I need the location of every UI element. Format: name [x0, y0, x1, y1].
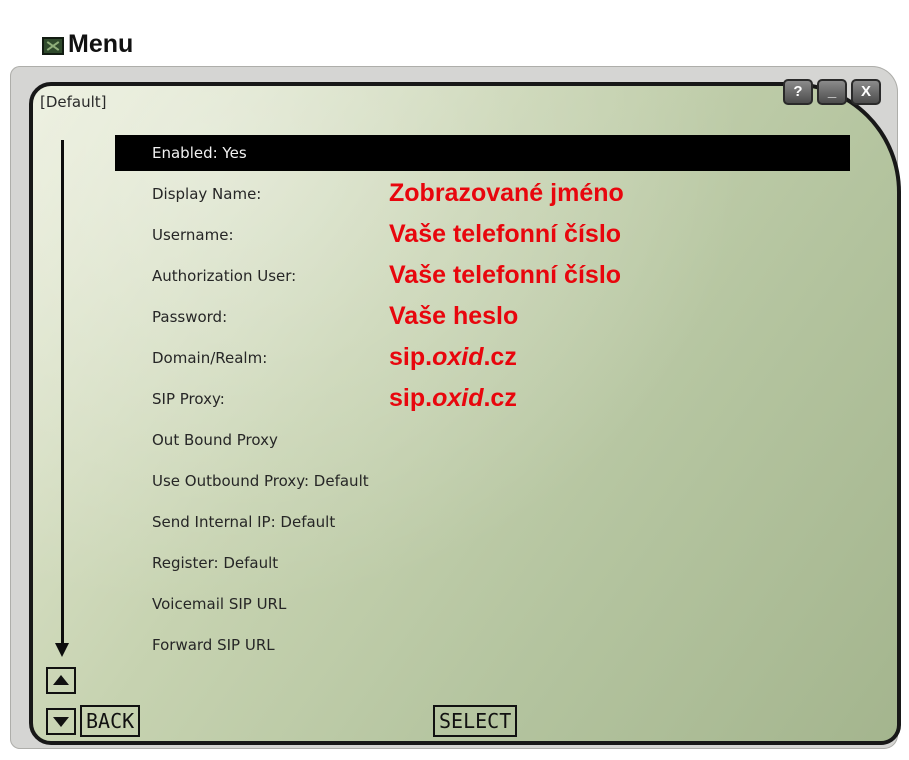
menu-item[interactable]: Voicemail SIP URL: [115, 586, 850, 622]
menu-item[interactable]: Forward SIP URL: [115, 627, 850, 663]
annotation-label: Vaše telefonní číslo: [389, 220, 622, 248]
annotation-label: sip.oxid.cz: [389, 384, 517, 413]
select-button[interactable]: SELECT: [433, 705, 518, 737]
scroll-down-button[interactable]: [46, 708, 76, 735]
close-button[interactable]: X: [851, 79, 881, 105]
annotation-label: sip.oxid.cz: [389, 343, 517, 372]
menu-item[interactable]: Enabled: Yes: [115, 135, 850, 171]
annotation-emphasis: oxid: [432, 384, 484, 412]
back-button[interactable]: BACK: [80, 705, 141, 737]
help-button[interactable]: ?: [783, 79, 813, 105]
annotation-suffix: .cz: [483, 384, 517, 412]
menu-item[interactable]: Send Internal IP: Default: [115, 504, 850, 540]
profile-label: [Default]: [40, 93, 107, 111]
window-title: Menu: [68, 30, 134, 58]
annotation-label: Zobrazované jméno: [389, 179, 624, 207]
annotation-emphasis: oxid: [432, 343, 484, 371]
annotation-label: Vaše heslo: [389, 302, 519, 330]
menu-item[interactable]: Register: Default: [115, 545, 850, 581]
annotation-prefix: sip.: [389, 384, 433, 412]
triangle-down-icon: [53, 717, 69, 727]
menu-item[interactable]: Use Outbound Proxy: Default: [115, 463, 850, 499]
triangle-up-icon: [53, 675, 69, 685]
annotation-suffix: .cz: [483, 343, 517, 371]
annotation-label: Vaše telefonní číslo: [389, 261, 622, 289]
arrow-head: [55, 643, 69, 657]
menu-item[interactable]: Out Bound Proxy: [115, 422, 850, 458]
title-bar: Menu: [10, 0, 890, 70]
phone-menu-window: Menu ? _ X [Default] Enabled: Yes Display…: [0, 0, 909, 760]
scroll-up-button[interactable]: [46, 667, 76, 694]
annotation-prefix: sip.: [389, 343, 433, 371]
down-arrow-icon: [61, 140, 64, 645]
minimize-button[interactable]: _: [817, 79, 847, 105]
app-menu-icon: [42, 37, 64, 55]
